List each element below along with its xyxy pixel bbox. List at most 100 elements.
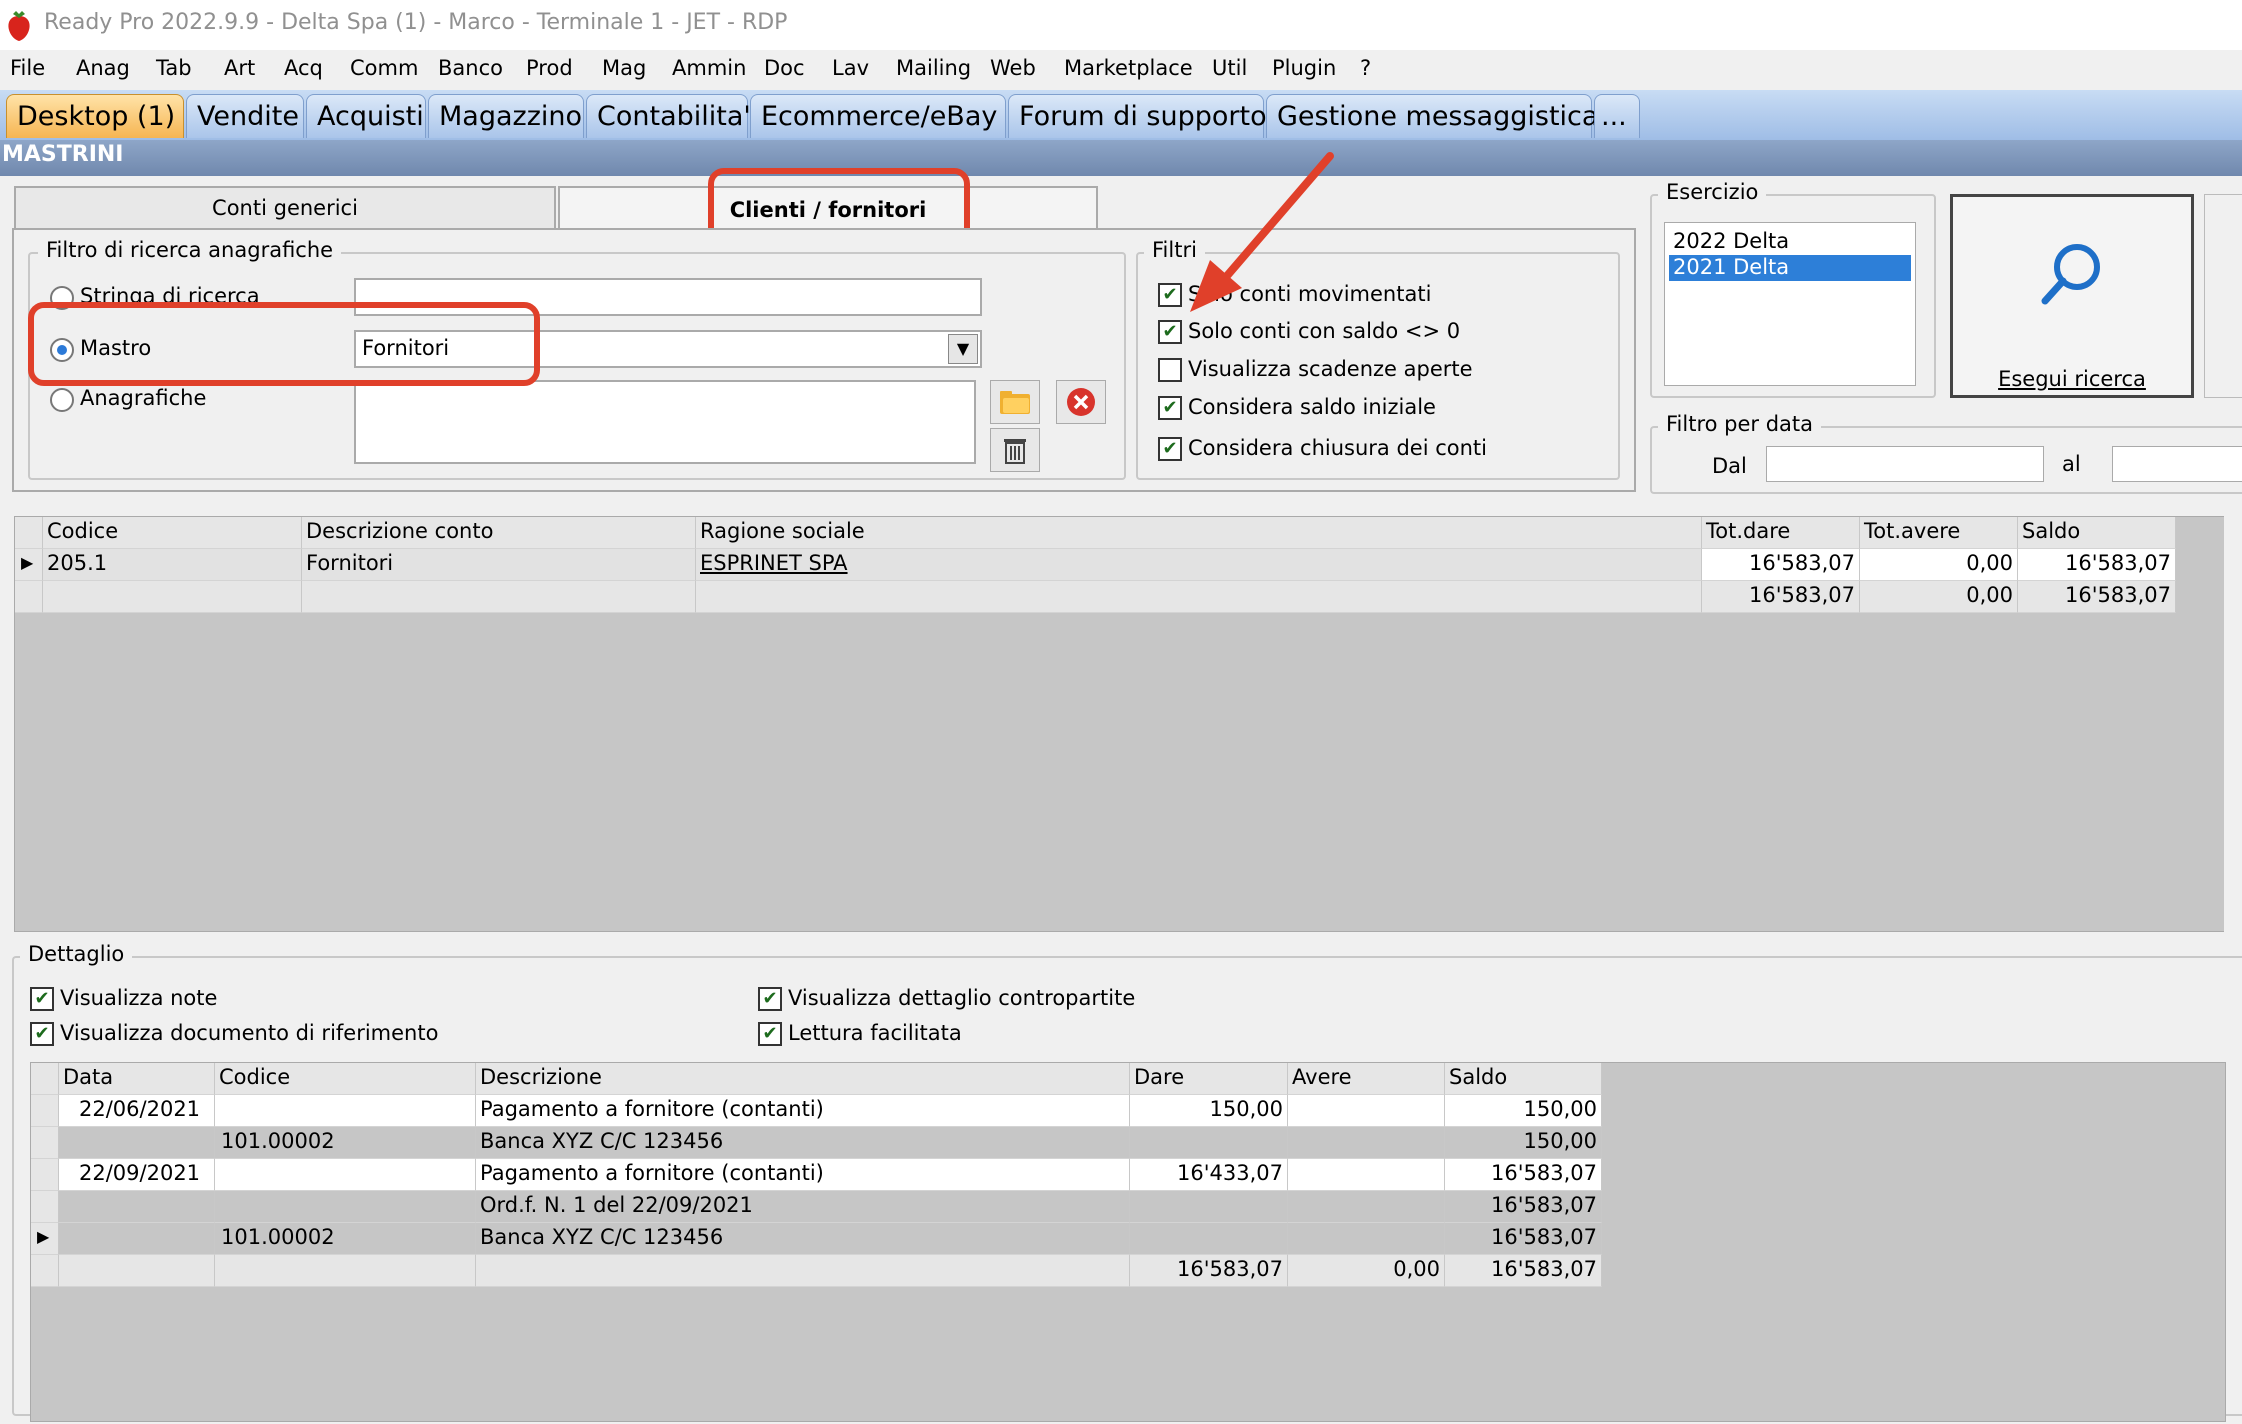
col-header-ragione-sociale[interactable]: Ragione sociale bbox=[696, 517, 1702, 549]
tab-contabilita[interactable]: Contabilita' bbox=[586, 94, 751, 138]
table-cell[interactable]: 101.00002 bbox=[215, 1223, 476, 1255]
menu-art[interactable]: Art bbox=[224, 56, 255, 80]
table-cell[interactable] bbox=[1130, 1191, 1288, 1223]
col-header-tot-avere[interactable]: Tot.avere bbox=[1860, 517, 2018, 549]
table-cell[interactable]: 205.1 bbox=[43, 549, 302, 581]
label-lettura-facilitata: Lettura facilitata bbox=[788, 1021, 962, 1045]
col-header-tot-dare[interactable]: Tot.dare bbox=[1702, 517, 1860, 549]
menu-plugin[interactable]: Plugin bbox=[1272, 56, 1336, 80]
chevron-down-icon[interactable]: ▼ bbox=[948, 334, 978, 364]
dal-input[interactable] bbox=[1766, 446, 2044, 482]
table-cell[interactable]: Pagamento a fornitore (contanti) bbox=[476, 1159, 1130, 1191]
radio-anagrafiche-label: Anagrafiche bbox=[80, 386, 207, 410]
table-cell[interactable] bbox=[59, 1127, 215, 1159]
table-cell[interactable] bbox=[1288, 1127, 1445, 1159]
col-header-data[interactable]: Data bbox=[59, 1063, 215, 1095]
checkbox-saldo-diverso-zero[interactable]: ✔ bbox=[1158, 320, 1182, 344]
table-cell[interactable] bbox=[1130, 1223, 1288, 1255]
table-cell[interactable]: 150,00 bbox=[1445, 1095, 1602, 1127]
table-cell[interactable]: 16'583,07 bbox=[1445, 1223, 1602, 1255]
table-cell[interactable]: 150,00 bbox=[1130, 1095, 1288, 1127]
col-header-saldo[interactable]: Saldo bbox=[1445, 1063, 1602, 1095]
table-cell[interactable] bbox=[215, 1159, 476, 1191]
table-cell[interactable] bbox=[215, 1095, 476, 1127]
tab-desktop[interactable]: Desktop (1) bbox=[6, 94, 184, 138]
table-cell[interactable]: Fornitori bbox=[302, 549, 696, 581]
checkbox-visualizza-note[interactable]: ✔ bbox=[30, 987, 54, 1011]
col-header-descrizione[interactable]: Descrizione bbox=[476, 1063, 1130, 1095]
table-cell[interactable] bbox=[1288, 1191, 1445, 1223]
table-cell[interactable]: 101.00002 bbox=[215, 1127, 476, 1159]
table-cell[interactable]: 16'583,07 bbox=[2018, 549, 2176, 581]
checkbox-conti-movimentati[interactable]: ✔ bbox=[1158, 283, 1182, 307]
col-header-dare[interactable]: Dare bbox=[1130, 1063, 1288, 1095]
col-header-saldo[interactable]: Saldo bbox=[2018, 517, 2176, 549]
table-cell[interactable]: 22/06/2021 bbox=[59, 1095, 215, 1127]
tab-vendite[interactable]: Vendite bbox=[186, 94, 304, 138]
menu-comm[interactable]: Comm bbox=[350, 56, 418, 80]
checkbox-scadenze-aperte[interactable] bbox=[1158, 358, 1182, 382]
tab-messaggistica[interactable]: Gestione messaggistica bbox=[1266, 94, 1598, 138]
col-header-codice[interactable]: Codice bbox=[215, 1063, 476, 1095]
menu-banco[interactable]: Banco bbox=[438, 56, 503, 80]
table-cell[interactable] bbox=[215, 1191, 476, 1223]
search-button[interactable]: Esegui ricerca bbox=[1950, 194, 2194, 398]
checkbox-dettaglio-contropartite[interactable]: ✔ bbox=[758, 987, 782, 1011]
table-cell[interactable]: Pagamento a fornitore (contanti) bbox=[476, 1095, 1130, 1127]
menu-web[interactable]: Web bbox=[990, 56, 1036, 80]
clear-button[interactable] bbox=[1056, 380, 1106, 424]
checkbox-chiusura-conti[interactable]: ✔ bbox=[1158, 437, 1182, 461]
anagrafiche-list[interactable] bbox=[354, 380, 976, 464]
menu-lav[interactable]: Lav bbox=[832, 56, 869, 80]
table-cell[interactable]: Ord.f. N. 1 del 22/09/2021 bbox=[476, 1191, 1130, 1223]
menu-ammin[interactable]: Ammin bbox=[672, 56, 746, 80]
table-cell[interactable]: 22/09/2021 bbox=[59, 1159, 215, 1191]
esercizio-item-2022[interactable]: 2022 Delta bbox=[1669, 229, 1911, 255]
menu-util[interactable]: Util bbox=[1212, 56, 1247, 80]
table-cell[interactable]: Banca XYZ C/C 123456 bbox=[476, 1223, 1130, 1255]
menu-acq[interactable]: Acq bbox=[284, 56, 323, 80]
tab-more[interactable]: ... bbox=[1594, 94, 1640, 138]
table-cell[interactable] bbox=[1288, 1159, 1445, 1191]
table-cell[interactable]: 16'583,07 bbox=[1445, 1159, 1602, 1191]
radio-anagrafiche[interactable] bbox=[50, 388, 74, 412]
menu-file[interactable]: File bbox=[10, 56, 45, 80]
menu-anag[interactable]: Anag bbox=[76, 56, 130, 80]
tab-forum[interactable]: Forum di supporto bbox=[1008, 94, 1267, 138]
al-input[interactable] bbox=[2112, 446, 2242, 482]
filtro-data-legend: Filtro per data bbox=[1658, 412, 1822, 436]
table-cell[interactable]: 150,00 bbox=[1445, 1127, 1602, 1159]
esercizio-item-2021[interactable]: 2021 Delta bbox=[1669, 255, 1911, 281]
col-header-avere[interactable]: Avere bbox=[1288, 1063, 1445, 1095]
tab-conti-generici[interactable]: Conti generici bbox=[14, 186, 556, 228]
table-cell[interactable]: 16'433,07 bbox=[1130, 1159, 1288, 1191]
col-header-descrizione-conto[interactable]: Descrizione conto bbox=[302, 517, 696, 549]
menu-tab[interactable]: Tab bbox=[156, 56, 192, 80]
table-cell[interactable]: 16'583,07 bbox=[1702, 549, 1860, 581]
delete-button[interactable] bbox=[990, 428, 1040, 472]
esercizio-list[interactable]: 2022 Delta 2021 Delta bbox=[1664, 222, 1916, 386]
col-header-codice[interactable]: Codice bbox=[43, 517, 302, 549]
table-cell[interactable] bbox=[59, 1223, 215, 1255]
checkbox-saldo-iniziale[interactable]: ✔ bbox=[1158, 396, 1182, 420]
table-cell[interactable] bbox=[1288, 1095, 1445, 1127]
table-cell[interactable]: 0,00 bbox=[1860, 549, 2018, 581]
table-cell[interactable]: Banca XYZ C/C 123456 bbox=[476, 1127, 1130, 1159]
tab-acquisti[interactable]: Acquisti bbox=[306, 94, 426, 138]
menu-mag[interactable]: Mag bbox=[602, 56, 646, 80]
tab-magazzino[interactable]: Magazzino bbox=[428, 94, 584, 138]
table-cell[interactable]: 16'583,07 bbox=[1445, 1191, 1602, 1223]
table-cell[interactable] bbox=[1130, 1127, 1288, 1159]
table-cell[interactable] bbox=[1288, 1223, 1445, 1255]
menu-doc[interactable]: Doc bbox=[764, 56, 805, 80]
menu-help[interactable]: ? bbox=[1360, 56, 1371, 80]
menu-mailing[interactable]: Mailing bbox=[896, 56, 971, 80]
open-folder-button[interactable] bbox=[990, 380, 1040, 424]
menu-marketplace[interactable]: Marketplace bbox=[1064, 56, 1193, 80]
checkbox-lettura-facilitata[interactable]: ✔ bbox=[758, 1022, 782, 1046]
table-cell[interactable] bbox=[59, 1191, 215, 1223]
checkbox-documento-riferimento[interactable]: ✔ bbox=[30, 1022, 54, 1046]
menu-prod[interactable]: Prod bbox=[526, 56, 573, 80]
table-cell-link[interactable]: ESPRINET SPA bbox=[696, 549, 1702, 581]
tab-ecommerce[interactable]: Ecommerce/eBay bbox=[750, 94, 1006, 138]
